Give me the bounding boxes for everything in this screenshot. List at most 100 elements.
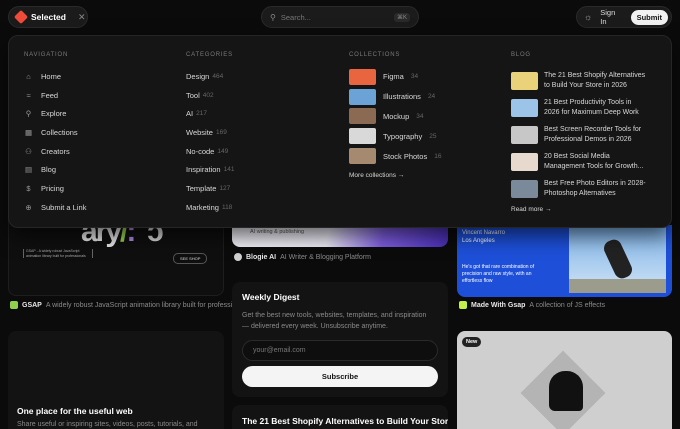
blogie-caption[interactable]: Blogie AI AI Writer & Blogging Platform bbox=[234, 253, 371, 261]
blog-post-title: 20 Best Social Media Management Tools for… bbox=[544, 152, 643, 171]
mwg-quote-2: precision and raw style, with an bbox=[462, 271, 532, 277]
brand-name: Selected bbox=[31, 12, 66, 22]
collection-thumbnail bbox=[349, 148, 376, 165]
nav-item-feed[interactable]: ≈ Feed bbox=[24, 86, 174, 105]
blog-post-item[interactable]: The 21 Best Shopify Alternatives to Build… bbox=[511, 67, 661, 94]
blogie-caption-name: Blogie AI bbox=[246, 253, 277, 261]
search-bar[interactable]: ⚲ Search... ⌘K bbox=[261, 6, 419, 28]
blog-post-title-line: 20 Best Social Media bbox=[544, 153, 610, 160]
account-pill: ☼ Sign In Submit bbox=[576, 6, 672, 28]
nav-item-blog[interactable]: ▤ Blog bbox=[24, 160, 174, 179]
category-item-marketing[interactable]: Marketing 118 bbox=[186, 198, 336, 217]
blog-post-title: Best Free Photo Editors in 2028- Photosho… bbox=[544, 179, 646, 198]
blog-post-title: 21 Best Productivity Tools in 2026 for Ma… bbox=[544, 98, 639, 117]
blog-post-thumbnail bbox=[511, 125, 538, 144]
gsap-small-text: GSAP - A widely robust JavaScript animat… bbox=[23, 249, 93, 258]
blog-post-title-line: Photoshop Alternatives bbox=[544, 189, 616, 197]
collection-label: Stock Photos bbox=[383, 151, 428, 161]
collection-count: 25 bbox=[429, 132, 437, 140]
navigation-column: NAVIGATION ⌂ Home ≈ Feed ⚲ Explore ▦ Collection… bbox=[24, 52, 174, 217]
sign-in-link[interactable]: Sign In bbox=[600, 8, 622, 26]
category-item-inspiration[interactable]: Inspiration 141 bbox=[186, 160, 336, 179]
email-input[interactable]: your@email.com bbox=[242, 340, 438, 361]
collection-thumbnail bbox=[349, 128, 376, 145]
collection-item-figma[interactable]: Figma 34 bbox=[349, 67, 499, 87]
nav-item-submit-a-link[interactable]: ⊕ Submit a Link bbox=[24, 198, 174, 217]
blog-post-title: The 21 Best Shopify Alternatives to Build… bbox=[544, 71, 645, 90]
blog-icon: ▤ bbox=[24, 165, 33, 175]
category-count: 464 bbox=[212, 72, 224, 80]
nav-item-creators[interactable]: ⚇ Creators bbox=[24, 142, 174, 161]
useful-web-title: One place for the useful web bbox=[17, 406, 133, 416]
category-label: Design bbox=[186, 71, 210, 81]
useful-web-card[interactable]: One place for the useful web Share usefu… bbox=[8, 331, 224, 429]
blog-post-thumbnail bbox=[511, 152, 538, 171]
category-label: Tool bbox=[186, 90, 200, 100]
blog-post-item[interactable]: 20 Best Social Media Management Tools for… bbox=[511, 148, 661, 175]
category-count: 118 bbox=[221, 203, 233, 211]
blog-post-title-line: Professional Demos in 2026 bbox=[544, 135, 632, 143]
nav-item-pricing[interactable]: $ Pricing bbox=[24, 179, 174, 198]
search-input[interactable]: Search... bbox=[281, 13, 389, 22]
blog-post-item[interactable]: 21 Best Productivity Tools in 2026 for Ma… bbox=[511, 94, 661, 121]
collection-label: Figma bbox=[383, 72, 404, 82]
category-item-no-code[interactable]: No-code 149 bbox=[186, 142, 336, 161]
blog-post-title-line: 2026 for Maximum Deep Work bbox=[544, 108, 639, 116]
read-more-link[interactable]: Read more → bbox=[511, 206, 661, 213]
blogie-logo-icon bbox=[234, 253, 242, 261]
blog-post-title-line: to Build Your Store in 2026 bbox=[544, 81, 627, 89]
nav-item-label: Feed bbox=[41, 90, 59, 100]
collection-item-stock-photos[interactable]: Stock Photos 16 bbox=[349, 146, 499, 166]
category-item-template[interactable]: Template 127 bbox=[186, 179, 336, 198]
nav-item-home[interactable]: ⌂ Home bbox=[24, 67, 174, 86]
close-icon[interactable]: ✕ bbox=[78, 12, 86, 23]
nav-item-label: Pricing bbox=[41, 183, 64, 193]
category-label: No-code bbox=[186, 146, 215, 156]
nav-item-collections[interactable]: ▦ Collections bbox=[24, 123, 174, 142]
creators-icon: ⚇ bbox=[25, 146, 32, 156]
category-label: Template bbox=[186, 183, 217, 193]
collection-thumbnail bbox=[349, 88, 376, 105]
article-card[interactable]: The 21 Best Shopify Alternatives to Buil… bbox=[232, 405, 448, 429]
submit-button[interactable]: Submit bbox=[630, 9, 668, 25]
blog-post-title-line: The 21 Best Shopify Alternatives bbox=[544, 72, 646, 79]
blogie-banner-text: AI writing & publishing bbox=[250, 229, 305, 235]
pricing-icon: $ bbox=[26, 183, 31, 193]
blog-post-item[interactable]: Best Screen Recorder Tools for Profession… bbox=[511, 121, 661, 148]
collection-thumbnail bbox=[349, 68, 376, 85]
navigation-heading: NAVIGATION bbox=[24, 52, 69, 58]
collection-count: 34 bbox=[416, 112, 424, 120]
category-item-design[interactable]: Design 464 bbox=[186, 67, 336, 86]
category-item-website[interactable]: Website 169 bbox=[186, 123, 336, 142]
submit-a-link-icon: ⊕ bbox=[25, 202, 32, 212]
nav-item-explore[interactable]: ⚲ Explore bbox=[24, 104, 174, 123]
weekly-digest-card: Weekly Digest Get the best new tools, we… bbox=[232, 282, 448, 397]
more-collections-link[interactable]: More collections → bbox=[349, 172, 499, 179]
category-item-tool[interactable]: Tool 402 bbox=[186, 86, 336, 105]
blog-post-thumbnail bbox=[511, 71, 538, 90]
collection-item-typography[interactable]: Typography 25 bbox=[349, 126, 499, 146]
blog-post-item[interactable]: Best Free Photo Editors in 2028- Photosho… bbox=[511, 175, 661, 202]
categories-column: CATEGORIES Design 464 Tool 402 AI 217 Website 1… bbox=[186, 52, 336, 217]
new-badge: New bbox=[462, 337, 482, 347]
blog-heading: BLOG bbox=[511, 52, 531, 58]
mwg-person-city: Los Angeles bbox=[462, 238, 495, 244]
theme-toggle-icon[interactable]: ☼ bbox=[584, 12, 592, 22]
collection-thumbnail bbox=[349, 108, 376, 125]
collection-item-illustrations[interactable]: Illustrations 24 bbox=[349, 87, 499, 107]
top-bar: Selected ✕ ⚲ Search... ⌘K ☼ Sign In Subm… bbox=[0, 0, 680, 34]
mwg-caption[interactable]: Made With Gsap A collection of JS effect… bbox=[459, 301, 605, 309]
gsap-see-shop-button[interactable]: SEE SHOP bbox=[173, 253, 208, 264]
nav-item-label: Blog bbox=[41, 165, 57, 175]
new-item-card[interactable]: New bbox=[457, 331, 672, 429]
mwg-person-name: Vincent Navarro bbox=[462, 230, 505, 236]
gsap-caption[interactable]: GSAP A widely robust JavaScript animatio… bbox=[10, 301, 249, 309]
mwg-caption-desc: A collection of JS effects bbox=[529, 301, 606, 309]
nav-item-label: Submit a Link bbox=[41, 202, 87, 212]
category-item-ai[interactable]: AI 217 bbox=[186, 104, 336, 123]
gsap-caption-name: GSAP bbox=[22, 301, 42, 309]
subscribe-button[interactable]: Subscribe bbox=[242, 366, 438, 387]
feed-icon: ≈ bbox=[26, 90, 31, 100]
brand-pill[interactable]: Selected ✕ bbox=[8, 6, 88, 28]
collection-item-mockup[interactable]: Mockup 34 bbox=[349, 107, 499, 127]
